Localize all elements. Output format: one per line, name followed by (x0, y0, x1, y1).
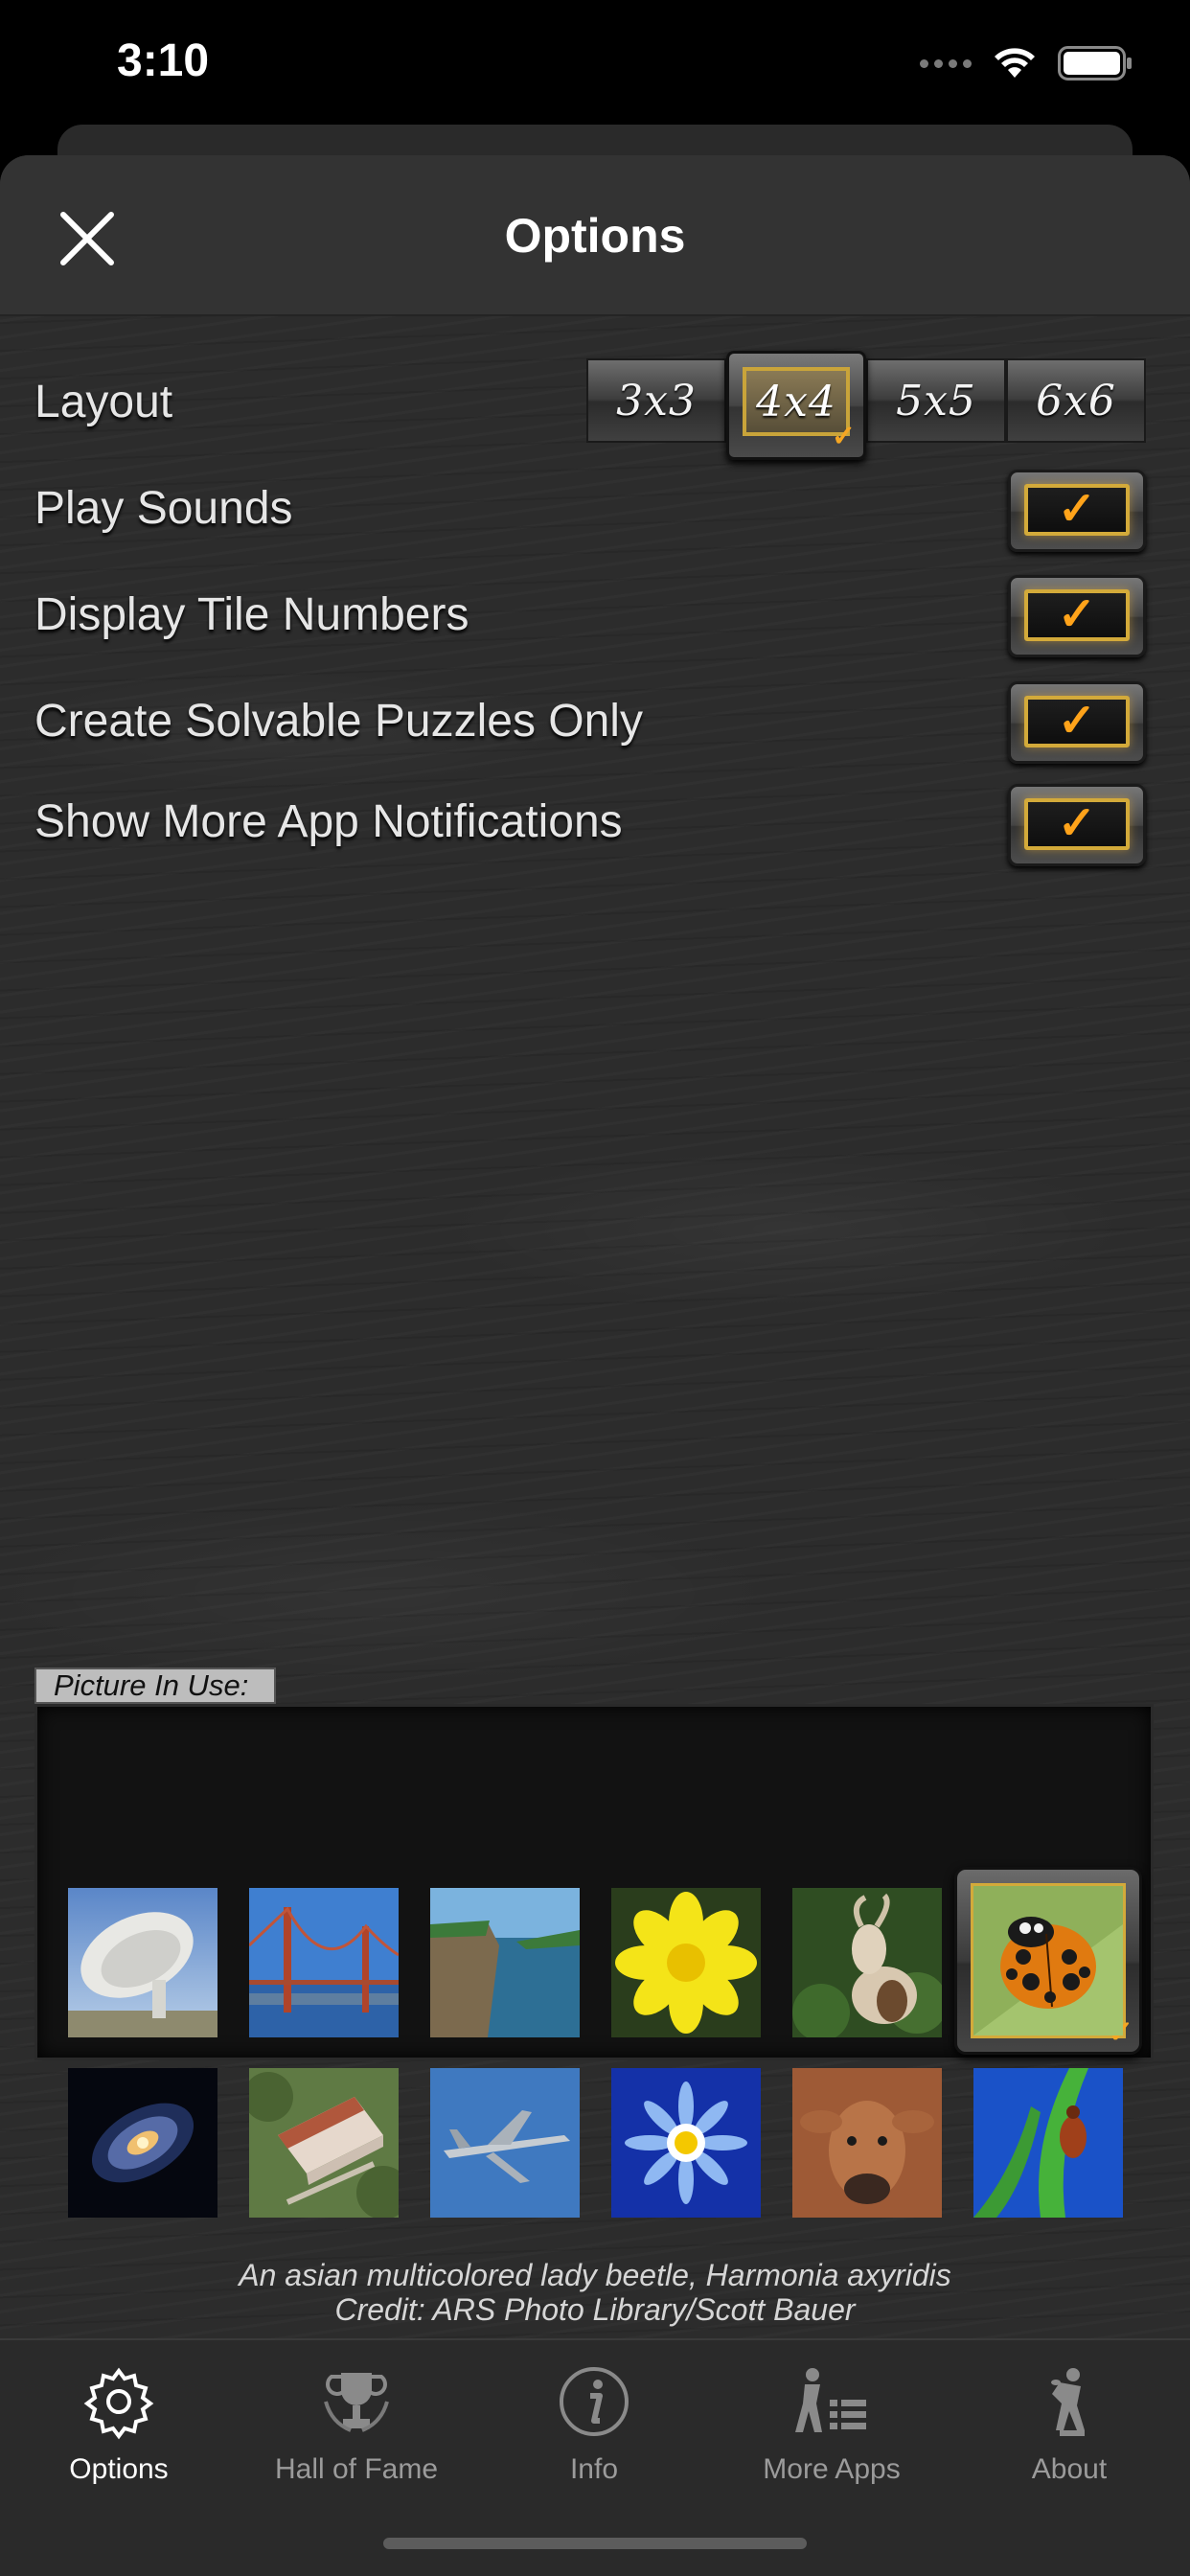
display-tile-numbers-checkbox[interactable]: ✓ (1008, 575, 1146, 657)
close-icon[interactable] (56, 207, 119, 270)
thumbnail-beetle-on-leaf[interactable] (973, 2068, 1123, 2218)
tab-label: More Apps (763, 2453, 901, 2485)
status-icons (920, 44, 1133, 82)
solvable-puzzles-label: Create Solvable Puzzles Only (34, 696, 643, 747)
checkmark-icon: ✓ (1057, 484, 1097, 535)
page-title: Options (504, 209, 686, 263)
layout-option-4x4[interactable]: 4x4 ✓ (726, 351, 866, 460)
app-notifications-checkbox[interactable]: ✓ (1008, 784, 1146, 866)
layout-option-label: 6x6 (1036, 376, 1116, 426)
wifi-icon (995, 48, 1035, 78)
gear-icon (83, 2367, 154, 2440)
checkmark-icon: ✓ (1057, 696, 1097, 747)
layout-option-label: 5x5 (896, 376, 976, 426)
thumbnail-blue-daisy[interactable] (611, 2068, 761, 2218)
discus-thrower-icon (1051, 2368, 1085, 2436)
tab-label: Options (69, 2453, 169, 2485)
tab-more-apps[interactable]: More Apps (713, 2340, 950, 2494)
trophy-icon (324, 2373, 389, 2432)
thumbnail-spiral-galaxy[interactable] (68, 2068, 217, 2218)
app-notifications-label: Show More App Notifications (34, 796, 623, 847)
thumbnail-fighter-jet[interactable] (430, 2068, 580, 2218)
tab-options[interactable]: Options (0, 2340, 238, 2494)
thumbnail-ladybug[interactable] (973, 1886, 1123, 2036)
battery-icon (1058, 46, 1132, 80)
solvable-puzzles-checkbox[interactable]: ✓ (1008, 681, 1146, 764)
picture-caption: An asian multicolored lady beetle, Harmo… (239, 2258, 951, 2292)
status-time: 3:10 (117, 35, 210, 86)
checkmark-icon: ✓ (831, 421, 856, 452)
layout-option-3x3[interactable]: 3x3 (586, 358, 726, 443)
thumbnail-cow[interactable] (792, 2068, 942, 2218)
layout-label: Layout (34, 377, 173, 427)
thumbnail-coastal-cliffs[interactable] (430, 1888, 580, 2037)
tab-hall-of-fame[interactable]: Hall of Fame (238, 2340, 475, 2494)
display-tile-numbers-label: Display Tile Numbers (34, 589, 469, 640)
thumbnail-goat[interactable] (792, 1888, 942, 2037)
thumbnail-yellow-flower[interactable] (611, 1888, 761, 2037)
info-icon (560, 2367, 629, 2436)
picture-credit: Credit: ARS Photo Library/Scott Bauer (334, 2292, 856, 2327)
status-bar: 3:10 (0, 0, 1190, 129)
layout-option-label: 4x4 (756, 377, 836, 426)
layout-segmented-control: 3x3 4x4 ✓ 5x5 6x6 (586, 351, 1146, 460)
checkmark-icon: ✓ (1057, 589, 1097, 640)
more-apps-icon (795, 2368, 866, 2432)
play-sounds-label: Play Sounds (34, 483, 293, 534)
play-sounds-checkbox[interactable]: ✓ (1008, 470, 1146, 552)
layout-option-label: 3x3 (616, 376, 697, 426)
thumbnail-castle[interactable] (249, 2068, 399, 2218)
layout-option-5x5[interactable]: 5x5 (866, 358, 1006, 443)
tab-label: Info (569, 2453, 619, 2485)
checkmark-icon: ✓ (1057, 798, 1097, 849)
home-indicator (383, 2538, 807, 2549)
cellular-signal-icon (920, 58, 972, 68)
layout-option-6x6[interactable]: 6x6 (1006, 358, 1146, 443)
thumbnail-golden-gate-bridge[interactable] (249, 1888, 399, 2037)
tab-about[interactable]: About (950, 2340, 1188, 2494)
picture-in-use-heading: Picture In Use: (34, 1668, 276, 1704)
thumbnail-radio-telescope[interactable] (68, 1888, 217, 2037)
tab-label: About (1031, 2453, 1108, 2485)
tab-info[interactable]: Info (475, 2340, 713, 2494)
tab-label: Hall of Fame (274, 2453, 439, 2485)
sheet-header: Options (0, 155, 1190, 316)
